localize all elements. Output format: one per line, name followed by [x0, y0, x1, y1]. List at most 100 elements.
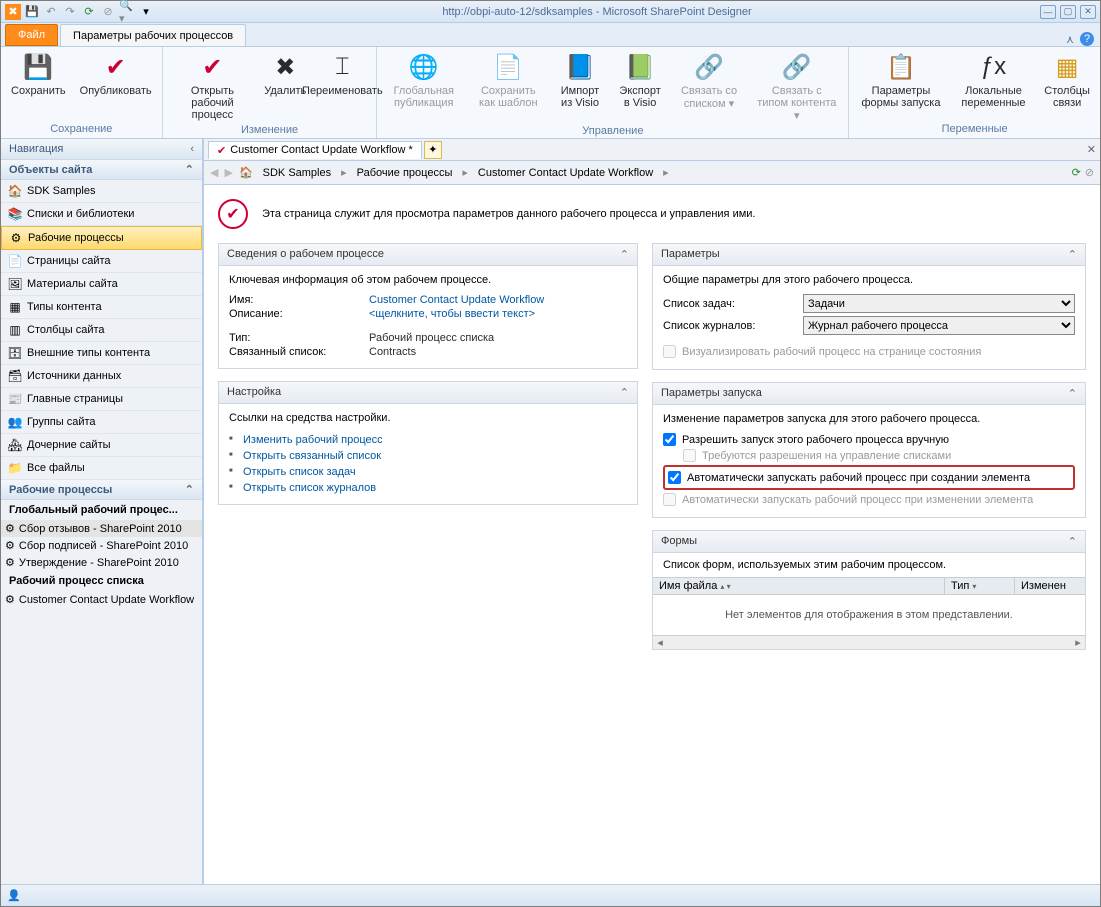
horizontal-scrollbar[interactable]: ◂▸ [653, 635, 1085, 649]
nav-item-contenttypes[interactable]: ▦Типы контента [1, 296, 202, 319]
crumb-workflows[interactable]: Рабочие процессы [353, 165, 457, 181]
redo-icon[interactable]: ↷ [62, 4, 78, 20]
panel-config-header[interactable]: Настройка⌃ [219, 382, 637, 404]
workflows-header[interactable]: Рабочие процессы⌃ [1, 480, 202, 500]
link-open-tasks[interactable]: Открыть список задач [243, 466, 356, 478]
nav-item-sdksamples[interactable]: 🏠SDK Samples [1, 180, 202, 203]
export-visio-icon: 📗 [624, 51, 656, 83]
nav-item-datasources[interactable]: 🗃Источники данных [1, 365, 202, 388]
stop-button[interactable]: ⊘ [1085, 166, 1094, 179]
manual-start-label: Разрешить запуск этого рабочего процесса… [682, 434, 949, 446]
init-form-params-button[interactable]: 📋Параметры формы запуска [853, 49, 948, 111]
close-button[interactable]: ✕ [1080, 5, 1096, 19]
assets-icon: 🖼 [7, 276, 23, 292]
history-list-select[interactable]: Журнал рабочего процесса [803, 316, 1075, 335]
nav-item-workflows[interactable]: ⚙Рабочие процессы [1, 226, 202, 250]
global-wf-header: Глобальный рабочий процес... [1, 500, 202, 520]
local-vars-button[interactable]: ƒxЛокальные переменные [951, 49, 1037, 111]
wf-item-approval[interactable]: ⚙Утверждение - SharePoint 2010 [1, 554, 202, 571]
open-workflow-button[interactable]: ✔Открыть рабочий процесс [167, 49, 259, 123]
app-icon[interactable]: ✖ [5, 4, 21, 20]
publish-label: Опубликовать [80, 85, 152, 97]
collapse-icon[interactable]: ⌃ [1068, 248, 1077, 261]
nav-collapse-icon[interactable]: ‹ [190, 143, 194, 155]
auto-create-checkbox[interactable] [668, 471, 681, 484]
group-label-save: Сохранение [5, 122, 158, 136]
rename-button[interactable]: ⌶Переименовать [312, 49, 372, 99]
window-buttons: — ▢ ✕ [1040, 5, 1096, 19]
workflow-settings-tab[interactable]: Параметры рабочих процессов [60, 24, 246, 46]
nav-item-sitecolumns[interactable]: ▥Столбцы сайта [1, 319, 202, 342]
refresh-button[interactable]: ⟳ [1072, 166, 1081, 179]
crumb-current[interactable]: Customer Contact Update Workflow [474, 165, 657, 181]
link-open-list[interactable]: Открыть связанный список [243, 450, 381, 462]
wf-item-signatures[interactable]: ⚙Сбор подписей - SharePoint 2010 [1, 537, 202, 554]
panel-forms-header[interactable]: Формы⌃ [653, 531, 1085, 553]
link-open-history[interactable]: Открыть список журналов [243, 482, 376, 494]
document-tab[interactable]: ✔Customer Contact Update Workflow * [208, 141, 422, 159]
file-tab[interactable]: Файл [5, 24, 58, 46]
preview-icon[interactable]: 🔍▾ [119, 4, 135, 20]
nav-item-lists[interactable]: 📚Списки и библиотеки [1, 203, 202, 226]
wf-item-label: Customer Contact Update Workflow [19, 594, 194, 606]
maximize-button[interactable]: ▢ [1060, 5, 1076, 19]
collapse-icon[interactable]: ⌃ [1068, 387, 1077, 400]
manual-start-checkbox[interactable] [663, 433, 676, 446]
crumb-sdk[interactable]: SDK Samples [259, 165, 335, 181]
forms-table-header: Имя файла ▴ ▾ Тип ▾ Изменен [653, 577, 1085, 595]
home-icon[interactable]: 🏠 [239, 166, 253, 179]
panel-params-header[interactable]: Параметры⌃ [653, 244, 1085, 266]
document-tab-bar: ✔Customer Contact Update Workflow * ✦ ✕ [204, 139, 1100, 161]
close-tab-button[interactable]: ✕ [1087, 143, 1096, 156]
site-objects-title: Объекты сайта [9, 164, 92, 176]
nav-item-subsites[interactable]: 🏘Дочерние сайты [1, 434, 202, 457]
undo-icon[interactable]: ↶ [43, 4, 59, 20]
import-visio-button[interactable]: 📘Импорт из Visio [551, 49, 610, 111]
save-button[interactable]: 💾Сохранить [5, 49, 72, 99]
help-icon[interactable]: ? [1080, 32, 1094, 46]
history-list-label: Список журналов: [663, 320, 803, 332]
task-list-select[interactable]: Задачи [803, 294, 1075, 313]
nav-title: Навигация [9, 143, 63, 155]
wf-item-label: Утверждение - SharePoint 2010 [19, 557, 179, 569]
col-type[interactable]: Тип ▾ [945, 578, 1015, 594]
nav-item-allfiles[interactable]: 📁Все файлы [1, 457, 202, 480]
collapse-icon[interactable]: ⌃ [620, 248, 629, 261]
minimize-ribbon-icon[interactable]: ⋏ [1066, 33, 1074, 46]
ac-label: Связать с типом контента ▾ [755, 85, 838, 122]
minimize-button[interactable]: — [1040, 5, 1056, 19]
wf-item-customer-contact[interactable]: ⚙Customer Contact Update Workflow [1, 591, 202, 608]
nav-item-masterpages[interactable]: 📰Главные страницы [1, 388, 202, 411]
panel-start-header[interactable]: Параметры запуска⌃ [653, 383, 1085, 405]
qat-more-icon[interactable]: ▾ [138, 4, 154, 20]
nav-item-sitegroups[interactable]: 👥Группы сайта [1, 411, 202, 434]
collapse-icon[interactable]: ⌃ [1068, 535, 1077, 548]
export-visio-button[interactable]: 📗Экспорт в Visio [611, 49, 668, 111]
new-tab-button[interactable]: ✦ [424, 141, 442, 159]
col-filename[interactable]: Имя файла ▴ ▾ [653, 578, 945, 594]
forward-button[interactable]: ▶ [224, 166, 232, 179]
col-modified[interactable]: Изменен [1015, 578, 1085, 594]
nav-item-extct[interactable]: 🗄Внешние типы контента [1, 342, 202, 365]
stop-icon[interactable]: ⊘ [100, 4, 116, 20]
assoc-columns-button[interactable]: ▦Столбцы связи [1038, 49, 1096, 111]
refresh-icon[interactable]: ⟳ [81, 4, 97, 20]
link-edit-wf[interactable]: Изменить рабочий процесс [243, 434, 383, 446]
panel-info-header[interactable]: Сведения о рабочем процессе⌃ [219, 244, 637, 266]
delete-label: Удалить [264, 85, 306, 97]
nav-item-sitepages[interactable]: 📄Страницы сайта [1, 250, 202, 273]
collapse-icon[interactable]: ⌃ [620, 386, 629, 399]
desc-placeholder[interactable]: <щелкните, чтобы ввести текст> [369, 308, 535, 320]
site-objects-header[interactable]: Объекты сайта⌃ [1, 160, 202, 180]
window-title: http://obpi-auto-12/sdksamples - Microso… [154, 6, 1040, 18]
back-button[interactable]: ◀ [210, 166, 218, 179]
nav-label: Материалы сайта [27, 278, 118, 290]
wf-item-feedback[interactable]: ⚙Сбор отзывов - SharePoint 2010 [1, 520, 202, 537]
assoc-ctype-button: 🔗Связать с типом контента ▾ [749, 49, 844, 124]
save-icon[interactable]: 💾 [24, 4, 40, 20]
nav-label: SDK Samples [27, 185, 95, 197]
workflow-icon: ⚙ [8, 230, 24, 246]
publish-button[interactable]: ✔Опубликовать [74, 49, 158, 99]
nav-item-siteassets[interactable]: 🖼 Материалы сайта [1, 273, 202, 296]
name-value[interactable]: Customer Contact Update Workflow [369, 294, 544, 306]
